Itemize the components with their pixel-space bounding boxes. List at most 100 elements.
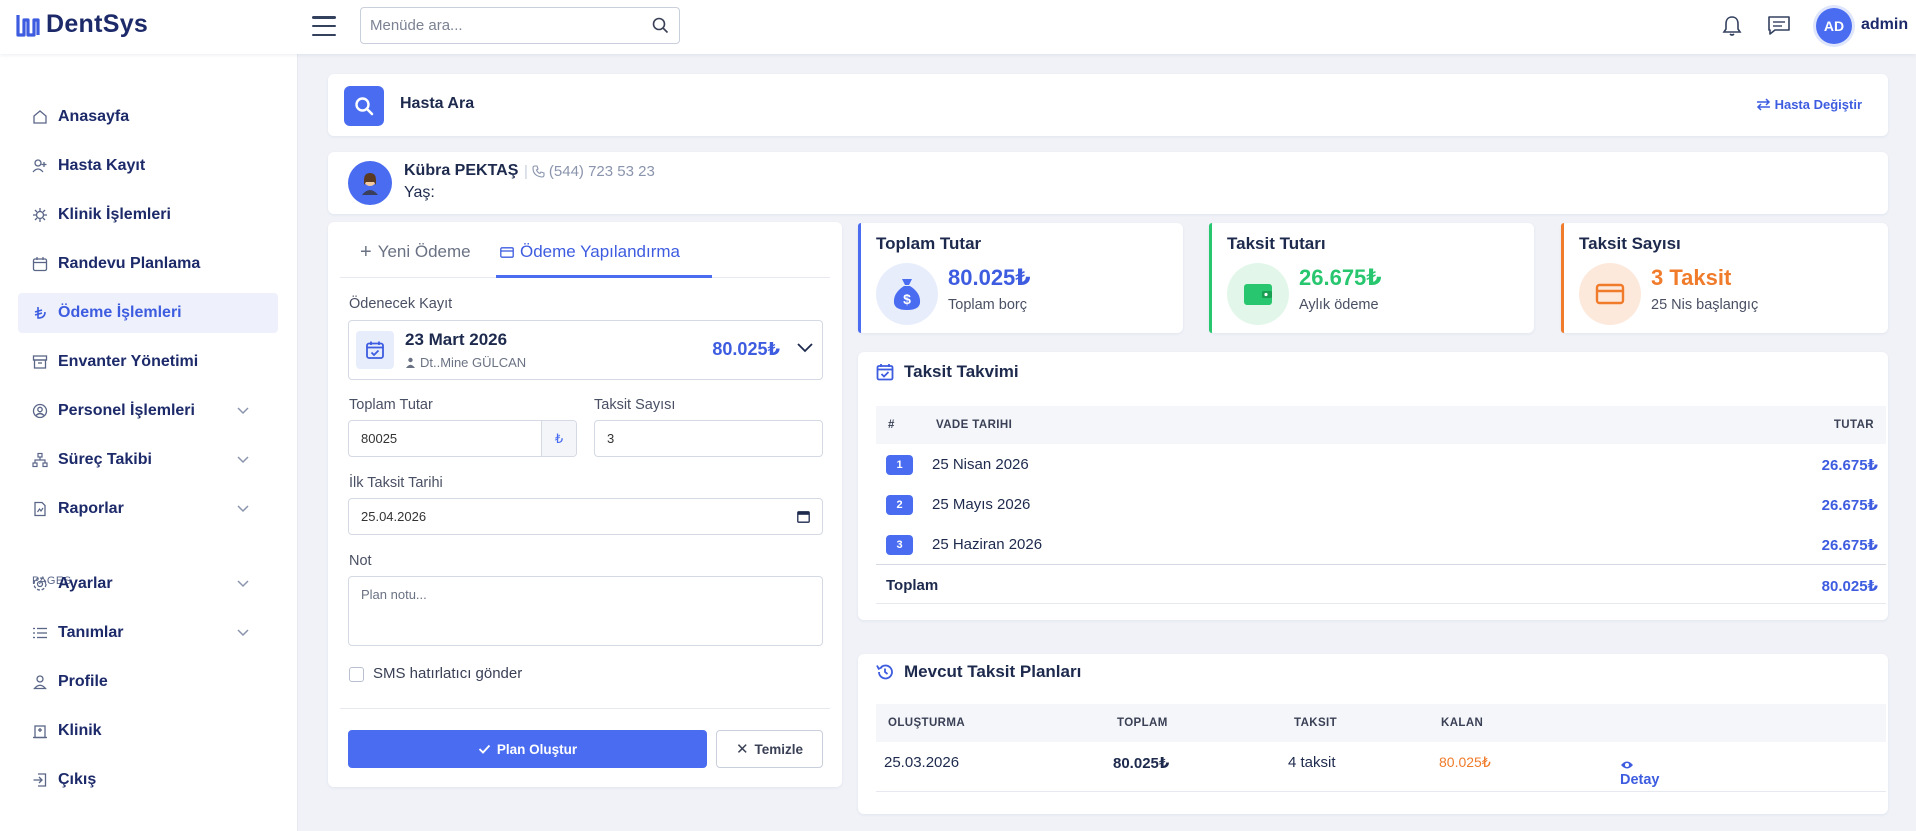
plan-detail-label: Detay	[1620, 772, 1660, 788]
installment-amount: 26.675₺	[1821, 497, 1878, 514]
note-label: Not	[349, 553, 372, 569]
tab-odeme-yapilandirma[interactable]: Ödeme Yapılandırma	[500, 242, 680, 262]
section-title-text: Taksit Takvimi	[904, 362, 1019, 381]
sidebar-item-label: Randevu Planlama	[58, 255, 201, 272]
check-icon	[478, 744, 491, 754]
tab-yeni-odeme[interactable]: + Yeni Ödeme	[360, 242, 471, 262]
installment-amount: 26.675₺	[1821, 457, 1878, 474]
record-select[interactable]: 23 Mart 2026 Dt..Mine GÜLCAN 80.025₺	[348, 320, 823, 380]
plan-detail-link[interactable]: Detay	[1620, 760, 1660, 788]
clear-label: Temizle	[754, 741, 804, 757]
sidebar-item-label: Personel İşlemleri	[58, 402, 195, 419]
sidebar-item-label: Anasayfa	[58, 108, 130, 125]
stat-title: Toplam Tutar	[876, 234, 982, 253]
wallet-icon	[1227, 263, 1289, 325]
calendar-check-icon	[876, 364, 894, 381]
chevron-down-icon	[237, 580, 249, 588]
stat-value: 3 Taksit	[1651, 265, 1732, 290]
stat-accent-bar	[1561, 223, 1564, 333]
sidebar-item-profile[interactable]: Profile	[18, 662, 278, 702]
sidebar-item-cikis[interactable]: Çıkış	[18, 760, 278, 800]
installment-count-label: Taksit Sayısı	[594, 397, 676, 413]
sidebar-item-klinik-islemleri[interactable]: Klinik İşlemleri	[18, 195, 278, 235]
plus-icon: +	[360, 241, 372, 263]
sidebar-item-klinik[interactable]: Klinik	[18, 711, 278, 751]
patient-name: Kübra PEKTAŞ	[404, 162, 519, 179]
search-icon[interactable]	[652, 17, 669, 34]
installment-count-field	[594, 420, 823, 457]
search-icon[interactable]	[344, 86, 384, 126]
bell-icon[interactable]	[1722, 15, 1742, 37]
sms-reminder-checkbox[interactable]	[349, 667, 364, 682]
active-tab-indicator	[496, 275, 712, 278]
plan-total: 80.025₺	[1113, 755, 1170, 772]
calendar-icon[interactable]	[797, 510, 810, 523]
table-header: # VADE TARIHI TUTAR	[876, 406, 1886, 444]
page-title: Hasta Ara	[400, 95, 475, 112]
user-icon	[33, 675, 47, 690]
table-total-row: Toplam 80.025₺	[876, 564, 1886, 604]
user-avatar[interactable]: AD	[1816, 8, 1852, 44]
doctor-icon	[406, 357, 415, 368]
total-label: Toplam	[886, 577, 939, 594]
table-header: OLUŞTURMA TOPLAM TAKSIT KALAN	[876, 704, 1886, 742]
note-field	[348, 576, 823, 646]
column-header: OLUŞTURMA	[888, 717, 966, 729]
section-title: Mevcut Taksit Planları	[876, 662, 1081, 682]
gear-icon	[33, 577, 47, 591]
section-title: Taksit Takvimi	[876, 362, 1019, 382]
existing-plans-card: Mevcut Taksit Planları OLUŞTURMA TOPLAM …	[858, 654, 1888, 814]
sidebar-item-ayarlar[interactable]: Ayarlar	[18, 564, 278, 604]
sms-reminder-label: SMS hatırlatıcı gönder	[373, 665, 523, 682]
menu-search-input[interactable]	[361, 8, 631, 43]
change-patient-link[interactable]: Hasta Değiştir	[1756, 97, 1862, 112]
installment-number-badge: 3	[886, 535, 913, 555]
sidebar-item-anasayfa[interactable]: Anasayfa	[18, 97, 278, 137]
stat-subtitle: Aylık ödeme	[1299, 297, 1379, 313]
user-name[interactable]: admin	[1861, 16, 1908, 34]
hospital-icon	[33, 725, 47, 739]
total-amount: 80.025₺	[1821, 578, 1878, 595]
sidebar-item-label: Ödeme İşlemleri	[58, 304, 182, 321]
female-user-icon	[362, 173, 378, 195]
credit-card-icon	[500, 246, 514, 258]
plan-created-date: 25.03.2026	[884, 754, 960, 771]
chat-icon[interactable]	[1767, 15, 1791, 37]
menu-toggle-icon[interactable]	[312, 16, 336, 36]
stat-value: 80.025₺	[948, 265, 1031, 290]
archive-icon	[32, 355, 48, 369]
sidebar-item-personel-islemleri[interactable]: Personel İşlemleri	[18, 391, 278, 431]
record-doctor-name: Dt..Mine GÜLCAN	[420, 355, 527, 370]
chevron-down-icon	[237, 505, 249, 513]
sidebar-item-tanimlar[interactable]: Tanımlar	[18, 613, 278, 653]
sidebar-item-odeme-islemleri[interactable]: Ödeme İşlemleri	[18, 293, 278, 333]
create-plan-button[interactable]: Plan Oluştur	[348, 730, 707, 768]
divider	[340, 708, 830, 709]
sidebar-item-randevu-planlama[interactable]: Randevu Planlama	[18, 244, 278, 284]
sidebar-item-label: Raporlar	[58, 500, 124, 517]
sidebar-item-envanter-yonetimi[interactable]: Envanter Yönetimi	[18, 342, 278, 382]
stat-value: 26.675₺	[1299, 265, 1382, 290]
sidebar-item-hasta-kayit[interactable]: Hasta Kayıt	[18, 146, 278, 186]
installment-count-input[interactable]	[607, 431, 822, 446]
first-installment-date-input[interactable]	[361, 509, 781, 524]
stat-card-installment-amount: Taksit Tutarı 26.675₺ Aylık ödeme	[1209, 223, 1534, 333]
installment-amount: 26.675₺	[1821, 537, 1878, 554]
stat-subtitle: 25 Nis başlangıç	[1651, 297, 1759, 313]
stat-accent-bar	[1209, 223, 1212, 333]
chevron-down-icon	[237, 456, 249, 464]
clear-button[interactable]: ✕ Temizle	[716, 730, 823, 768]
sidebar-item-raporlar[interactable]: Raporlar	[18, 489, 278, 529]
chevron-down-icon	[237, 407, 249, 415]
plan-remaining: 80.025₺	[1439, 754, 1491, 770]
column-header: KALAN	[1441, 717, 1484, 729]
total-amount-label: Toplam Tutar	[349, 397, 433, 413]
app-logo[interactable]: DentSys	[16, 10, 148, 39]
create-plan-label: Plan Oluştur	[496, 741, 578, 757]
note-textarea[interactable]	[361, 587, 810, 635]
plan-installments: 4 taksit	[1288, 754, 1336, 771]
calendar-check-icon	[356, 331, 394, 369]
sidebar-item-surec-takibi[interactable]: Süreç Takibi	[18, 440, 278, 480]
sidebar-item-label: Süreç Takibi	[58, 451, 152, 468]
column-header: TOPLAM	[1117, 717, 1168, 729]
